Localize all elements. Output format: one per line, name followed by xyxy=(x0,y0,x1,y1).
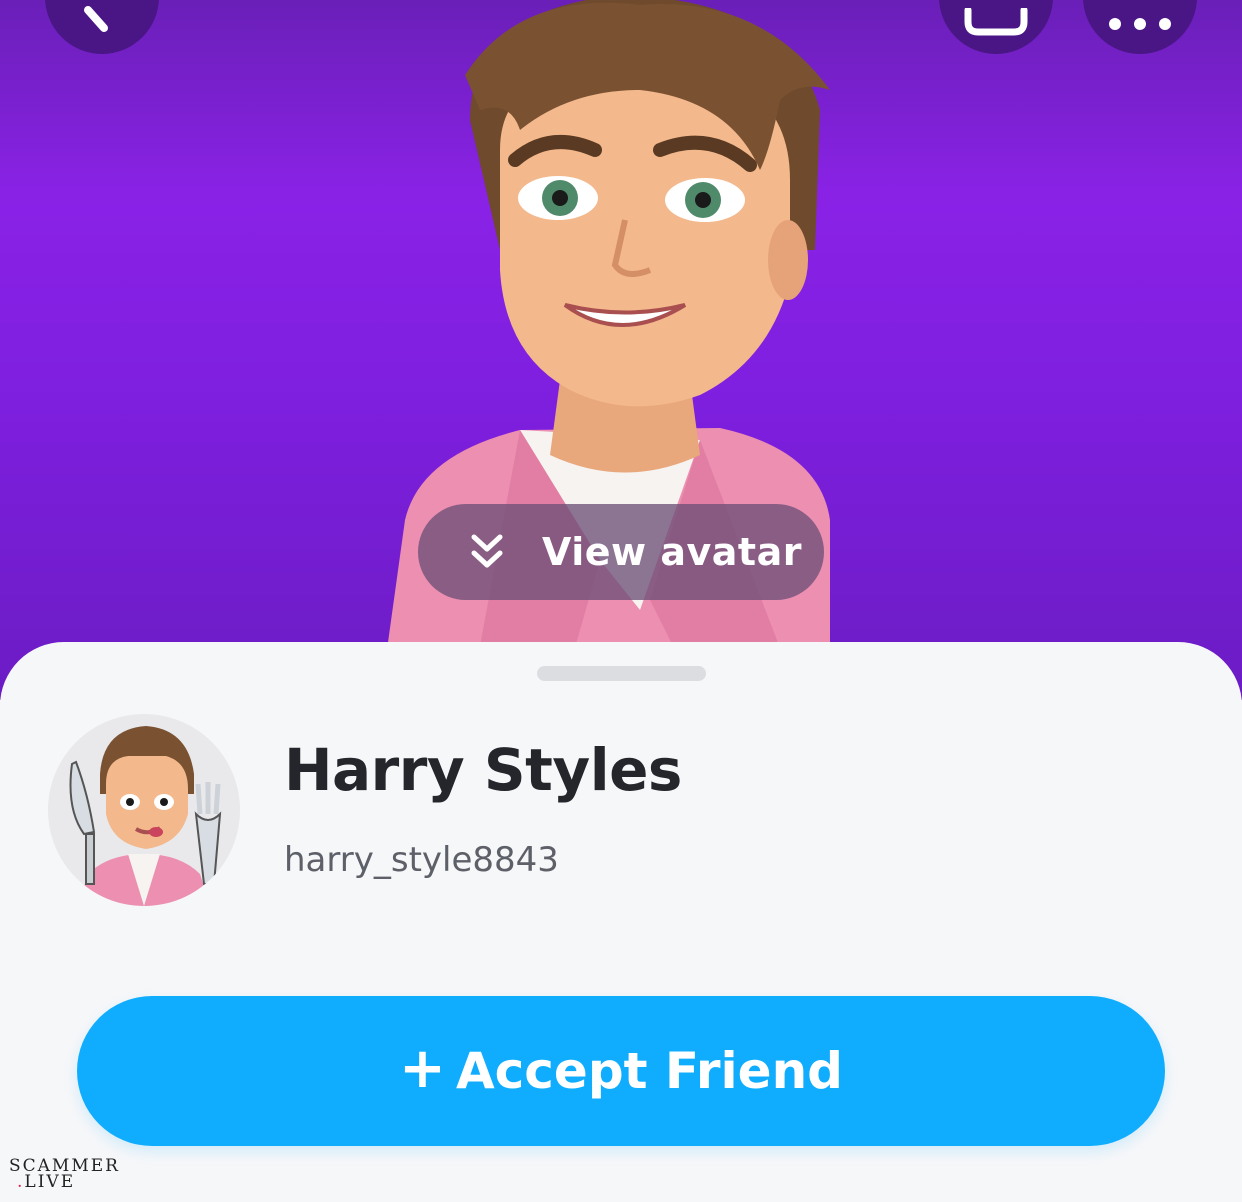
view-avatar-label: View avatar xyxy=(542,530,802,574)
accept-friend-label: Accept Friend xyxy=(455,1042,843,1100)
view-avatar-button[interactable]: View avatar xyxy=(418,504,824,600)
display-name: Harry Styles xyxy=(284,736,682,804)
accept-friend-button[interactable]: + Accept Friend xyxy=(77,996,1165,1146)
watermark-line-2: .LIVE xyxy=(9,1172,119,1192)
username: harry_style8843 xyxy=(284,840,559,880)
double-chevron-down-icon xyxy=(471,534,503,568)
more-dots-icon xyxy=(1109,18,1171,30)
chevron-left-icon xyxy=(84,6,108,32)
watermark-line-2-text: LIVE xyxy=(24,1172,76,1192)
watermark: SCAMMER .LIVE xyxy=(9,1158,119,1198)
avatar[interactable] xyxy=(48,714,240,906)
sheet-grabber[interactable] xyxy=(537,666,706,681)
story-icon xyxy=(964,8,1028,36)
profile-hero: View avatar xyxy=(0,0,1242,700)
bitmoji-eating-avatar xyxy=(69,726,222,906)
plus-icon: + xyxy=(399,1036,446,1101)
profile-sheet: Harry Styles harry_style8843 + Accept Fr… xyxy=(0,642,1242,1202)
